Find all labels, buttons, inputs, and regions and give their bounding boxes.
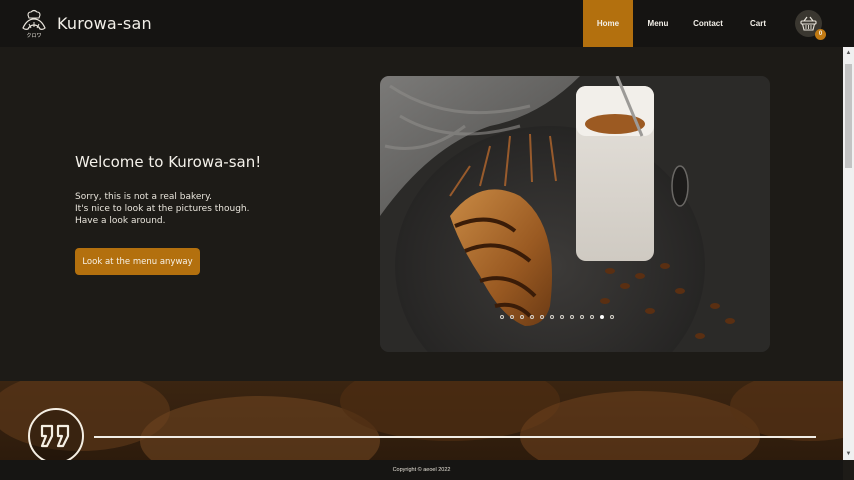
carousel-dot[interactable] [550, 315, 554, 319]
brand-name[interactable]: Kurowa-san [57, 14, 152, 33]
carousel-dot[interactable] [570, 315, 574, 319]
carousel-dot[interactable] [510, 315, 514, 319]
croissant-chef-icon[interactable]: クロワ [20, 9, 48, 39]
scroll-down-arrow-icon[interactable]: ▼ [843, 448, 854, 460]
carousel-dot[interactable] [600, 315, 604, 319]
testimonial-band [0, 381, 854, 460]
quote-icon [28, 408, 84, 464]
divider-line [94, 436, 816, 438]
hero-line-3: Have a look around. [75, 216, 166, 226]
nav-home[interactable]: Home [583, 0, 633, 47]
carousel-dot[interactable] [540, 315, 544, 319]
croissant-background-photo [0, 381, 854, 460]
logo-text: クロワ [26, 33, 41, 39]
menu-button[interactable]: Look at the menu anyway [75, 248, 200, 275]
nav-cart[interactable]: Cart [740, 0, 776, 47]
hero-line-1: Sorry, this is not a real bakery. [75, 192, 212, 202]
carousel-dot[interactable] [520, 315, 524, 319]
nav-contact[interactable]: Contact [687, 0, 729, 47]
hero-title: Welcome to Kurowa-san! [75, 153, 262, 171]
page: クロワ Kurowa-san Home Menu Contact Cart 0 … [0, 0, 854, 480]
basket-icon [800, 16, 817, 31]
carousel-dot[interactable] [500, 315, 504, 319]
carousel-dot[interactable] [580, 315, 584, 319]
carousel-dot[interactable] [610, 315, 614, 319]
carousel-dot[interactable] [530, 315, 534, 319]
footer-copyright: Copyright © aeoel 2022 [0, 460, 843, 480]
croissant-coffee-photo [380, 76, 770, 352]
cart-count-badge: 0 [815, 29, 826, 40]
hero-line-2: It's nice to look at the pictures though… [75, 204, 250, 214]
carousel-image[interactable] [380, 76, 770, 352]
carousel-dot[interactable] [560, 315, 564, 319]
carousel-indicators [500, 315, 614, 319]
carousel-dot[interactable] [590, 315, 594, 319]
scroll-up-arrow-icon[interactable]: ▲ [843, 47, 854, 59]
scrollbar-thumb[interactable] [845, 64, 852, 168]
nav-menu[interactable]: Menu [640, 0, 676, 47]
